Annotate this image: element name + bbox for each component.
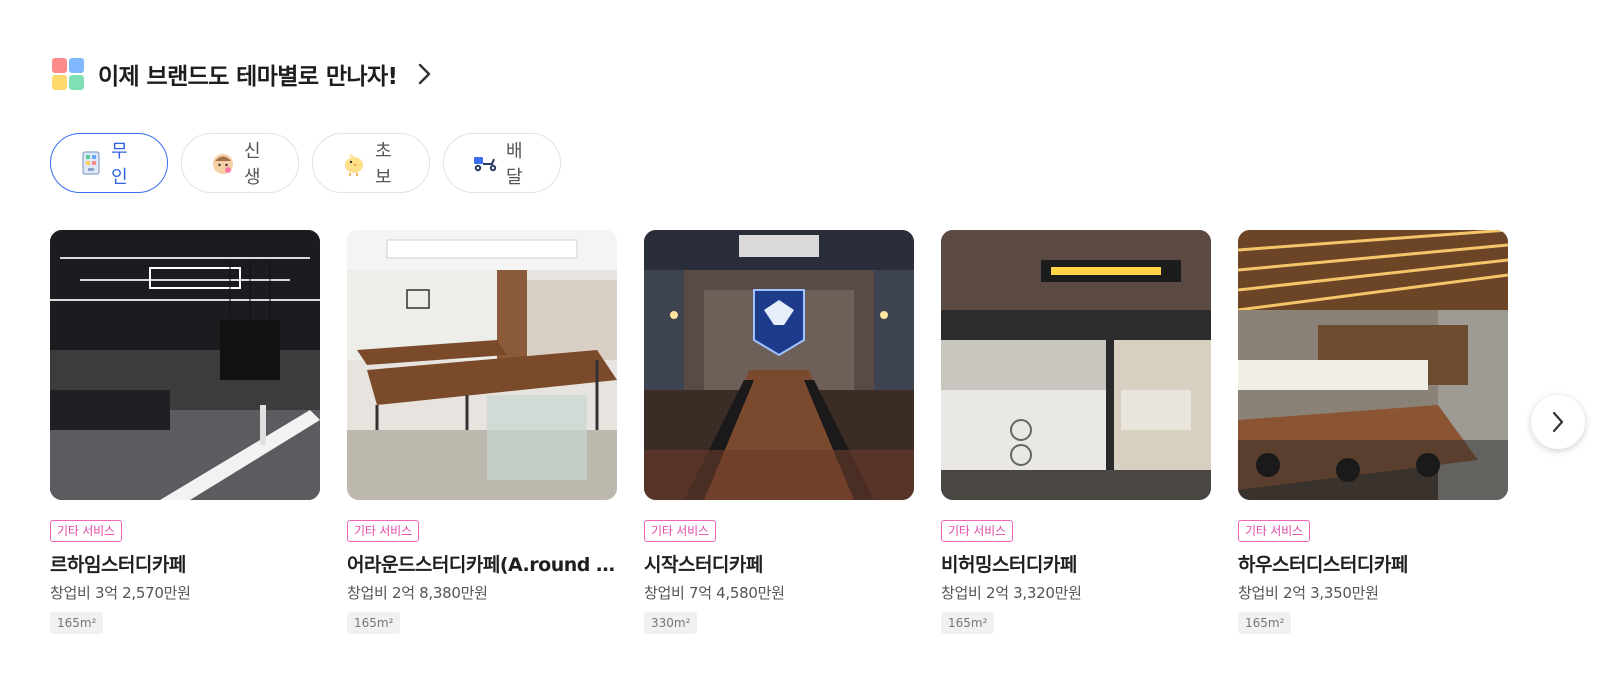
category-badge: 기타 서비스 bbox=[941, 520, 1013, 542]
area-badge: 165m² bbox=[1238, 612, 1292, 634]
area-badge: 165m² bbox=[941, 612, 995, 634]
area-badge: 330m² bbox=[644, 612, 698, 634]
section-title: 이제 브랜드도 테마별로 만나자! bbox=[98, 64, 398, 90]
scooter-icon bbox=[472, 150, 498, 176]
category-badge: 기타 서비스 bbox=[50, 520, 122, 542]
tab-label: 배달 bbox=[506, 141, 523, 188]
brand-image bbox=[347, 230, 617, 500]
tab-delivery[interactable]: 배달 bbox=[443, 133, 561, 193]
tab-unmanned[interactable]: 무인 bbox=[50, 133, 168, 193]
tab-label: 신생 bbox=[244, 141, 261, 188]
tab-label: 초보 bbox=[375, 141, 392, 188]
brand-card[interactable]: 기타 서비스 어라운드스터디카페(A.round s... 창업비 2억 8,3… bbox=[347, 230, 617, 634]
startup-cost: 창업비 3억 2,570만원 bbox=[50, 584, 191, 602]
brand-name: 어라운드스터디카페(A.round s... bbox=[347, 554, 617, 576]
brand-card[interactable]: 기타 서비스 시작스터디카페 창업비 7억 4,580만원 330m² bbox=[644, 230, 914, 634]
tab-newborn[interactable]: 신생 bbox=[181, 133, 299, 193]
area-badge: 165m² bbox=[347, 612, 401, 634]
section-header: 이제 브랜드도 테마별로 만나자! bbox=[52, 57, 433, 91]
chevron-right-icon[interactable] bbox=[417, 62, 433, 86]
startup-cost: 창업비 7억 4,580만원 bbox=[644, 584, 785, 602]
brand-image bbox=[1238, 230, 1508, 500]
theme-brand-section: 이제 브랜드도 테마별로 만나자! 무인 신생 초보 배달 기타 서비스 르하임… bbox=[0, 0, 1615, 691]
brand-card[interactable]: 기타 서비스 르하임스터디카페 창업비 3억 2,570만원 165m² bbox=[50, 230, 320, 634]
category-badge: 기타 서비스 bbox=[644, 520, 716, 542]
tab-label: 무인 bbox=[111, 141, 128, 188]
area-badge: 165m² bbox=[50, 612, 104, 634]
brand-name: 시작스터디카페 bbox=[644, 554, 763, 576]
chevron-right-icon bbox=[1552, 411, 1564, 433]
colorful-grid-icon bbox=[52, 58, 84, 90]
startup-cost: 창업비 2억 3,320만원 bbox=[941, 584, 1082, 602]
startup-cost: 창업비 2억 3,350만원 bbox=[1238, 584, 1379, 602]
brand-name: 르하임스터디카페 bbox=[50, 554, 186, 576]
brand-name: 비허밍스터디카페 bbox=[941, 554, 1077, 576]
brand-name: 하우스터디스터디카페 bbox=[1238, 554, 1408, 576]
theme-tabs: 무인 신생 초보 배달 bbox=[50, 133, 561, 193]
chick-icon bbox=[341, 150, 367, 176]
brand-image bbox=[644, 230, 914, 500]
next-button[interactable] bbox=[1531, 395, 1585, 449]
category-badge: 기타 서비스 bbox=[347, 520, 419, 542]
brand-image bbox=[50, 230, 320, 500]
kiosk-icon bbox=[79, 150, 103, 176]
startup-cost: 창업비 2억 8,380만원 bbox=[347, 584, 488, 602]
category-badge: 기타 서비스 bbox=[1238, 520, 1310, 542]
brand-card[interactable]: 기타 서비스 하우스터디스터디카페 창업비 2억 3,350만원 165m² bbox=[1238, 230, 1508, 634]
baby-icon bbox=[210, 150, 236, 176]
brand-card[interactable]: 기타 서비스 비허밍스터디카페 창업비 2억 3,320만원 165m² bbox=[941, 230, 1211, 634]
brand-image bbox=[941, 230, 1211, 500]
tab-beginner[interactable]: 초보 bbox=[312, 133, 430, 193]
